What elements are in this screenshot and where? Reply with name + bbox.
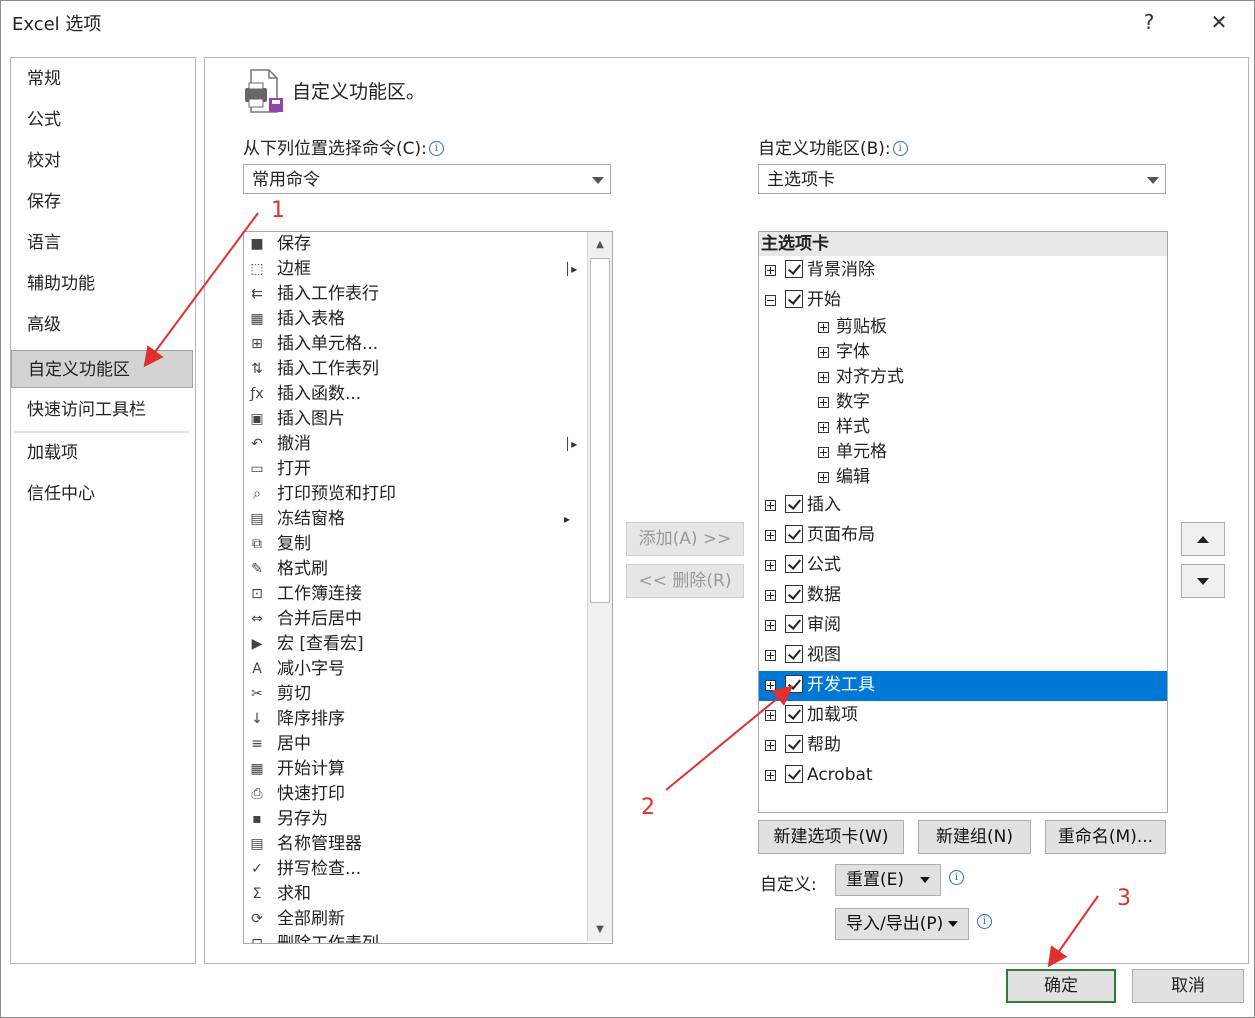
annotation-arrow-1 xyxy=(143,212,259,368)
annotation-arrow-2 xyxy=(665,685,794,791)
annotation-arrow-3 xyxy=(1047,895,1099,968)
annotation-overlay xyxy=(143,212,1099,968)
annotation-label-3: 3 xyxy=(1117,886,1131,911)
annotation-label-1: 1 xyxy=(271,198,285,223)
annotation-label-2: 2 xyxy=(641,795,655,820)
